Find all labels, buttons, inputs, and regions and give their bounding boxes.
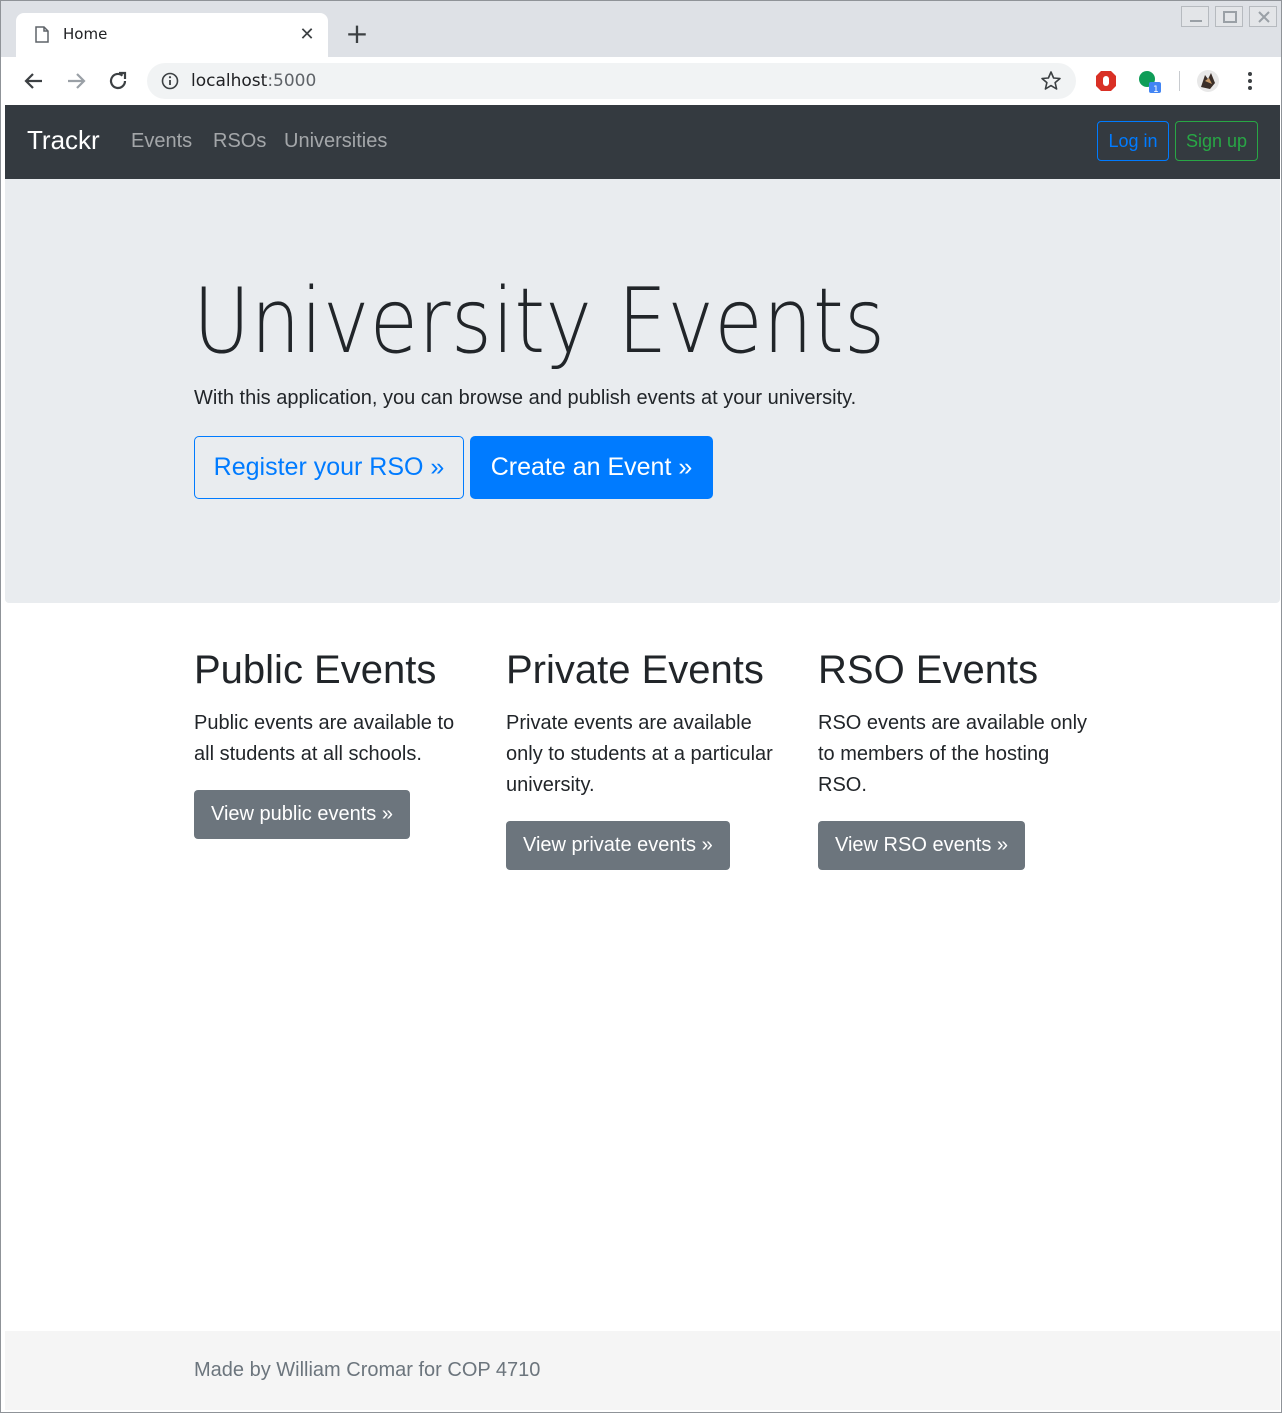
- public-events-column: Public Events Public events are availabl…: [194, 646, 484, 839]
- tab-strip: Home ✕ +: [1, 1, 1281, 57]
- info-icon[interactable]: [161, 72, 179, 90]
- extension-badge: 1: [1153, 85, 1159, 95]
- nav-link-events[interactable]: Events: [131, 130, 192, 153]
- rso-events-column: RSO Events RSO events are available only…: [818, 646, 1108, 870]
- profile-avatar[interactable]: [1196, 69, 1220, 93]
- footer-text: Made by William Cromar for COP 4710: [194, 1359, 541, 1381]
- tab-title: Home: [63, 25, 108, 43]
- forward-arrow-icon[interactable]: [64, 69, 88, 93]
- back-arrow-icon[interactable]: [22, 69, 46, 93]
- view-public-events-button[interactable]: View public events »: [194, 790, 410, 839]
- column-text: Public events are available to all stude…: [194, 712, 455, 765]
- column-text: RSO events are available only to members…: [818, 712, 1088, 796]
- nav-link-rsos[interactable]: RSOs: [213, 130, 266, 153]
- hero-title: University Events: [193, 269, 886, 374]
- close-window-button[interactable]: [1249, 6, 1277, 27]
- tab-home[interactable]: Home ✕: [16, 13, 328, 57]
- address-bar[interactable]: localhost:5000: [147, 63, 1076, 99]
- new-tab-button[interactable]: +: [342, 19, 372, 49]
- menu-dots-icon[interactable]: [1238, 69, 1262, 93]
- bookmark-star-icon[interactable]: [1040, 70, 1062, 92]
- brand-logo[interactable]: Trackr: [27, 125, 100, 156]
- hero-lead: With this application, you can browse an…: [194, 387, 857, 409]
- close-window-icon: [1258, 11, 1270, 23]
- login-button[interactable]: Log in: [1097, 121, 1169, 161]
- toolbar-separator: [1179, 71, 1180, 91]
- column-text: Private events are available only to stu…: [506, 712, 773, 796]
- site-footer: Made by William Cromar for COP 4710: [5, 1331, 1280, 1410]
- private-events-column: Private Events Private events are availa…: [506, 646, 796, 870]
- hero-section: University Events With this application,…: [5, 179, 1280, 603]
- browser-window: Home ✕ + localhost:5000 1 Trackr Events …: [0, 0, 1282, 1413]
- adblock-extension-icon[interactable]: [1094, 69, 1118, 93]
- minimize-icon: [1190, 20, 1202, 22]
- minimize-button[interactable]: [1181, 6, 1209, 27]
- url-text[interactable]: localhost:5000: [191, 71, 316, 91]
- nav-link-universities[interactable]: Universities: [284, 130, 387, 153]
- page-icon: [35, 26, 49, 43]
- view-private-events-button[interactable]: View private events »: [506, 821, 730, 870]
- reload-icon[interactable]: [106, 69, 130, 93]
- maximize-icon: [1223, 11, 1237, 23]
- browser-toolbar: localhost:5000 1: [1, 57, 1281, 105]
- close-icon[interactable]: ✕: [298, 26, 316, 44]
- column-heading: Private Events: [506, 648, 764, 692]
- signup-button[interactable]: Sign up: [1175, 121, 1258, 161]
- column-heading: RSO Events: [818, 648, 1039, 692]
- create-event-button[interactable]: Create an Event »: [470, 436, 713, 499]
- register-rso-button[interactable]: Register your RSO »: [194, 436, 464, 499]
- view-rso-events-button[interactable]: View RSO events »: [818, 821, 1026, 870]
- column-heading: Public Events: [194, 648, 437, 692]
- site-navbar: Trackr Events RSOs Universities Log in S…: [5, 105, 1280, 179]
- maximize-button[interactable]: [1215, 6, 1243, 27]
